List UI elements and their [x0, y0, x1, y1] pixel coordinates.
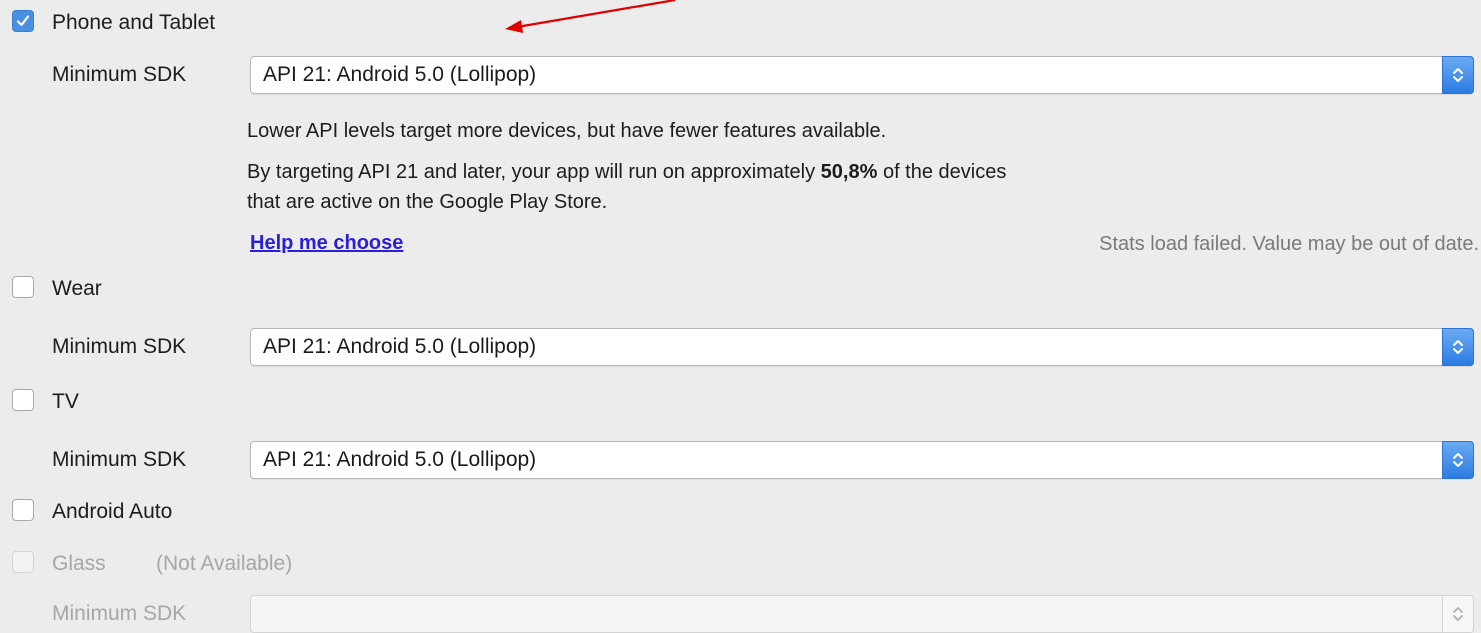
chevron-up-down-icon — [1453, 340, 1463, 354]
tv-min-sdk-stepper[interactable] — [1442, 441, 1474, 479]
android-auto-label: Android Auto — [52, 500, 173, 523]
phone-min-sdk-select[interactable]: API 21: Android 5.0 (Lollipop) — [250, 56, 1474, 94]
wear-label: Wear — [52, 277, 102, 300]
android-auto-checkbox[interactable] — [12, 499, 34, 521]
tv-min-sdk-value: API 21: Android 5.0 (Lollipop) — [263, 448, 537, 471]
stats-warning: Stats load failed. Value may be out of d… — [1099, 233, 1479, 255]
phone-min-sdk-value: API 21: Android 5.0 (Lollipop) — [263, 63, 537, 86]
checkmark-icon — [16, 15, 30, 27]
wear-min-sdk-select[interactable]: API 21: Android 5.0 (Lollipop) — [250, 328, 1474, 366]
tv-checkbox[interactable] — [12, 389, 34, 411]
phone-tablet-checkbox[interactable] — [12, 10, 34, 32]
phone-tablet-label: Phone and Tablet — [52, 11, 216, 34]
api-coverage-text-cont: that are active on the Google Play Store… — [247, 191, 608, 213]
wear-min-sdk-value: API 21: Android 5.0 (Lollipop) — [263, 335, 537, 358]
wear-min-sdk-stepper[interactable] — [1442, 328, 1474, 366]
tv-min-sdk-label: Minimum SDK — [52, 448, 187, 471]
coverage-percent: 50,8% — [820, 161, 878, 183]
api-level-hint: Lower API levels target more devices, bu… — [247, 120, 887, 142]
help-me-choose-link[interactable]: Help me choose — [250, 230, 403, 256]
wear-checkbox[interactable] — [12, 276, 34, 298]
phone-min-sdk-stepper[interactable] — [1442, 56, 1474, 94]
chevron-up-down-icon — [1453, 607, 1463, 621]
api-coverage-text: By targeting API 21 and later, your app … — [247, 161, 1007, 183]
wear-min-sdk-label: Minimum SDK — [52, 335, 187, 358]
chevron-up-down-icon — [1453, 68, 1463, 82]
phone-min-sdk-label: Minimum SDK — [52, 63, 187, 86]
glass-checkbox — [12, 551, 34, 573]
glass-label: Glass — [52, 552, 106, 575]
tv-min-sdk-select[interactable]: API 21: Android 5.0 (Lollipop) — [250, 441, 1474, 479]
glass-min-sdk-stepper — [1442, 595, 1474, 633]
chevron-up-down-icon — [1453, 453, 1463, 467]
glass-status: (Not Available) — [156, 552, 293, 575]
annotation-arrow — [505, 0, 676, 33]
glass-min-sdk-select — [250, 595, 1474, 633]
tv-label: TV — [52, 390, 79, 413]
glass-min-sdk-label: Minimum SDK — [52, 602, 187, 625]
